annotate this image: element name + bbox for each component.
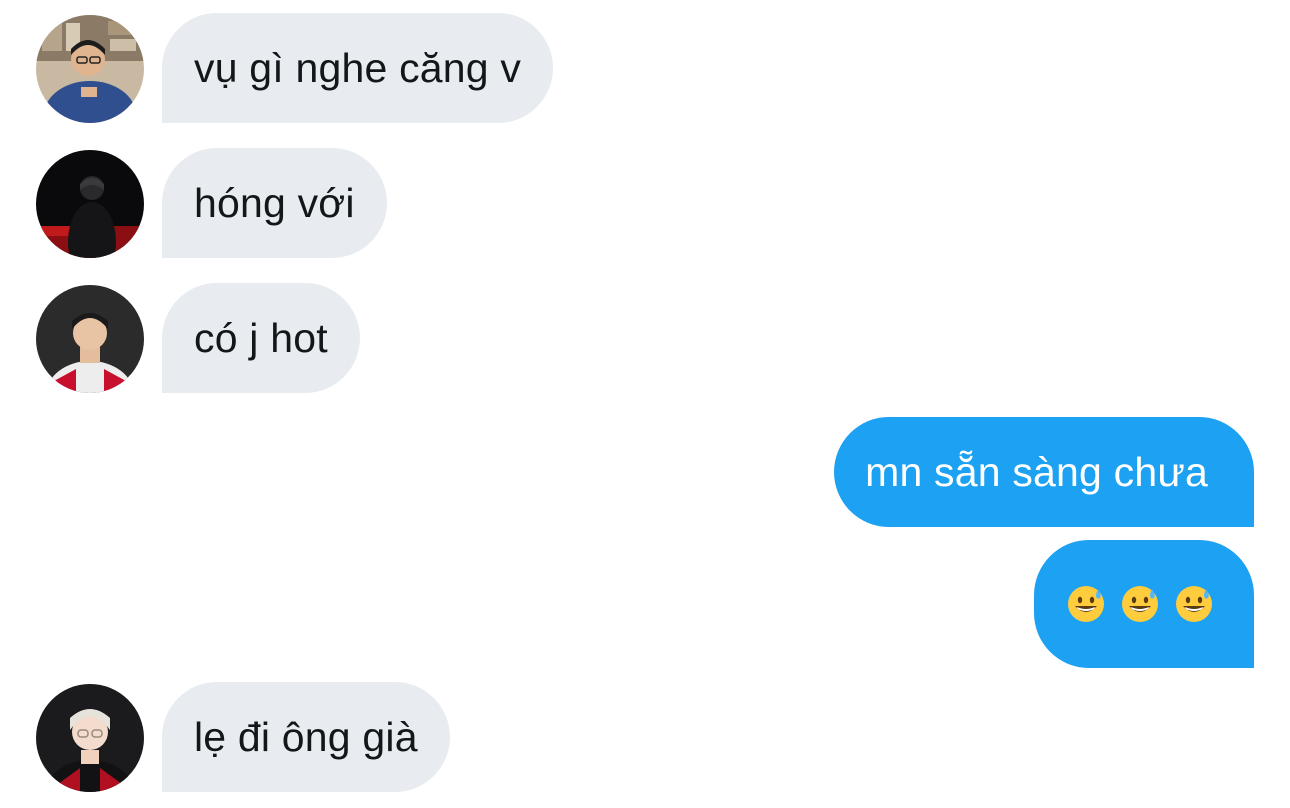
message-text: có j hot: [194, 314, 328, 361]
message-bubble-incoming[interactable]: hóng với: [162, 148, 387, 258]
avatar-photo-icon: [36, 285, 144, 393]
avatar-photo-icon: [36, 684, 144, 792]
message-bubble-outgoing-emoji[interactable]: [1034, 540, 1254, 668]
avatar-photo-icon: [36, 150, 144, 258]
grinning-face-with-sweat-icon: [1122, 586, 1158, 622]
message-bubble-incoming[interactable]: vụ gì nghe căng v: [162, 13, 554, 123]
avatar-blond-glasses-player[interactable]: [36, 684, 144, 792]
message-text: vụ gì nghe căng v: [194, 44, 522, 91]
avatar-player-hle-jersey[interactable]: [36, 285, 144, 393]
grinning-face-with-sweat-icon: [1176, 586, 1212, 622]
avatar-photo-icon: [36, 15, 144, 123]
avatar-glasses-man-bookshelf[interactable]: [36, 15, 144, 123]
message-text: lẹ đi ông già: [194, 713, 418, 760]
message-bubble-incoming[interactable]: lẹ đi ông già: [162, 682, 450, 792]
grinning-face-with-sweat-icon: [1068, 586, 1104, 622]
message-text: mn sẵn sàng chưa: [865, 448, 1208, 495]
message-bubble-incoming[interactable]: có j hot: [162, 283, 360, 393]
message-text: hóng với: [194, 179, 355, 226]
message-bubble-outgoing[interactable]: mn sẵn sàng chưa: [834, 417, 1254, 527]
avatar-dark-figure-red-stage[interactable]: [36, 150, 144, 258]
